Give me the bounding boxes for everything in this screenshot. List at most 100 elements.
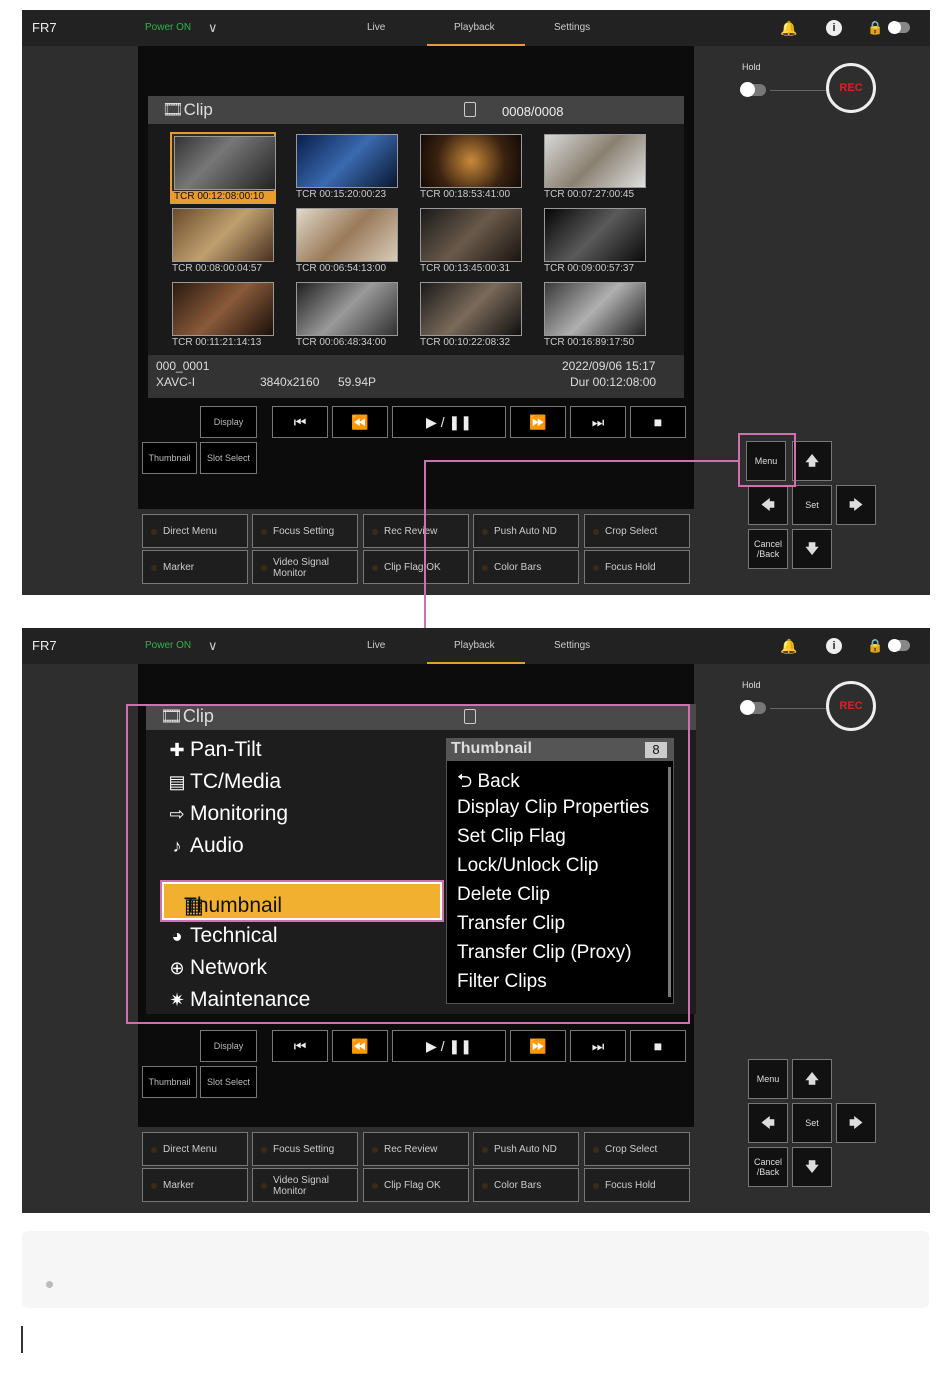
power-status[interactable]: Power ON [145,10,191,46]
tab-live[interactable]: Live [367,10,385,46]
arrow-down-icon[interactable]: 🡇 [792,529,832,569]
tab-live[interactable]: Live [367,628,385,664]
rec-button[interactable]: REC [826,63,876,113]
thumbnail-item[interactable]: TCR 00:07:27:00:45 [542,132,648,204]
tab-playback[interactable]: Playback [454,628,495,664]
flow-arrow-line [424,460,738,462]
clip-flag-ok-button[interactable]: Clip Flag OK [363,1168,469,1202]
push-auto-nd-button[interactable]: Push Auto ND [473,514,579,548]
lock-icon[interactable]: 🔒 [867,10,883,46]
tab-playback[interactable]: Playback [454,10,495,46]
direct-menu-button[interactable]: Direct Menu [142,514,248,548]
info-icon[interactable]: i [826,20,842,36]
rewind-button[interactable]: ⏪ [332,1030,388,1062]
arrow-left-icon[interactable]: 🡄 [748,485,788,525]
bullet-icon [46,1281,53,1288]
chevron-down-icon[interactable]: ∨ [208,628,218,664]
hold-label: Hold [742,680,761,690]
thumbnail-item[interactable]: TCR 00:18:53:41:00 [418,132,524,204]
play-pause-button[interactable]: ▶ / ❚❚ [392,1030,506,1062]
bell-icon[interactable]: 🔔 [780,628,797,664]
info-icon[interactable]: i [826,638,842,654]
video-signal-monitor-button[interactable]: Video Signal Monitor [252,1168,358,1202]
crop-select-button[interactable]: Crop Select [584,514,690,548]
slot-select-button[interactable]: Slot Select [200,1066,257,1098]
clip-header: 🎞Clip 0008/0008 [148,96,684,124]
crop-select-button[interactable]: Crop Select [584,1132,690,1166]
play-pause-button[interactable]: ▶ / ❚❚ [392,406,506,438]
thumbnail-button[interactable]: Thumbnail [142,442,197,474]
skip-prev-button[interactable]: ⏮ [272,406,328,438]
stop-button[interactable]: ■ [630,1030,686,1062]
toggle-icon[interactable] [888,21,910,34]
hold-toggle[interactable] [740,82,766,97]
set-button[interactable]: Set [792,485,832,525]
push-auto-nd-button[interactable]: Push Auto ND [473,1132,579,1166]
color-bars-button[interactable]: Color Bars [473,550,579,584]
clip-name: 000_0001 [156,359,210,373]
hold-label: Hold [742,62,761,72]
clip-info-bar: 000_0001 XAVC-I 3840x2160 59.94P 2022/09… [148,355,684,398]
arrow-right-icon[interactable]: 🡆 [836,1103,876,1143]
cancel-back-button[interactable]: Cancel /Back [748,529,788,569]
power-status[interactable]: Power ON [145,628,191,664]
rec-button[interactable]: REC [826,681,876,731]
thumbnail-item[interactable]: TCR 00:15:20:00:23 [294,132,400,204]
clip-flag-ok-button[interactable]: Clip Flag OK [363,550,469,584]
thumbnail-item[interactable]: TCR 00:10:22:08:32 [418,280,524,352]
toggle-icon[interactable] [888,639,910,652]
slot-select-button[interactable]: Slot Select [200,442,257,474]
fast-forward-button[interactable]: ⏩ [510,1030,566,1062]
rec-review-button[interactable]: Rec Review [363,514,469,548]
thumbnail-item[interactable]: TCR 00:13:45:00:31 [418,206,524,278]
menu-highlight [126,704,690,1024]
tab-settings[interactable]: Settings [554,10,590,46]
bell-icon[interactable]: 🔔 [780,10,797,46]
marker-button[interactable]: Marker [142,1168,248,1202]
marker-button[interactable]: Marker [142,550,248,584]
thumbnail-item[interactable]: TCR 00:08:00:04:57 [170,206,276,278]
skip-prev-button[interactable]: ⏮ [272,1030,328,1062]
clip-frame-rate: 59.94P [338,375,377,389]
arrow-right-icon[interactable]: 🡆 [836,485,876,525]
focus-hold-button[interactable]: Focus Hold [584,550,690,584]
thumbnail-button[interactable]: Thumbnail [142,1066,197,1098]
arrow-up-icon[interactable]: 🡅 [792,1059,832,1099]
set-button[interactable]: Set [792,1103,832,1143]
focus-hold-button[interactable]: Focus Hold [584,1168,690,1202]
skip-next-button[interactable]: ⏭ [570,406,626,438]
thumbnail-item[interactable]: TCR 00:11:21:14:13 [170,280,276,352]
arrow-down-icon[interactable]: 🡇 [792,1147,832,1187]
text-cursor [21,1326,23,1353]
fast-forward-button[interactable]: ⏩ [510,406,566,438]
film-icon: 🎞 [162,100,184,119]
arrow-up-icon[interactable]: 🡅 [792,441,832,481]
thumbnail-item[interactable]: TCR 00:16:89:17:50 [542,280,648,352]
thumbnail-item[interactable]: TCR 00:09:00:57:37 [542,206,648,278]
tab-settings[interactable]: Settings [554,628,590,664]
media-card-icon [464,102,476,117]
note-box [22,1231,929,1308]
video-signal-monitor-button[interactable]: Video Signal Monitor [252,550,358,584]
direct-menu-button[interactable]: Direct Menu [142,1132,248,1166]
rec-review-button[interactable]: Rec Review [363,1132,469,1166]
skip-next-button[interactable]: ⏭ [570,1030,626,1062]
focus-setting-button[interactable]: Focus Setting [252,514,358,548]
thumbnail-item[interactable]: TCR 00:12:08:00:10 [170,132,276,204]
top-bar: FR7 Power ON ∨ Live Playback Settings 🔔 … [22,10,930,46]
thumbnail-item[interactable]: TCR 00:06:48:34:00 [294,280,400,352]
focus-setting-button[interactable]: Focus Setting [252,1132,358,1166]
menu-button[interactable]: Menu [748,1059,788,1099]
thumbnail-item[interactable]: TCR 00:06:54:13:00 [294,206,400,278]
cancel-back-button[interactable]: Cancel /Back [748,1147,788,1187]
clip-datetime: 2022/09/06 15:17 [562,359,656,373]
display-button[interactable]: Display [200,1030,257,1062]
arrow-left-icon[interactable]: 🡄 [748,1103,788,1143]
lock-icon[interactable]: 🔒 [867,628,883,664]
hold-toggle[interactable] [740,700,766,715]
color-bars-button[interactable]: Color Bars [473,1168,579,1202]
chevron-down-icon[interactable]: ∨ [208,10,218,46]
display-button[interactable]: Display [200,406,257,438]
stop-button[interactable]: ■ [630,406,686,438]
rewind-button[interactable]: ⏪ [332,406,388,438]
